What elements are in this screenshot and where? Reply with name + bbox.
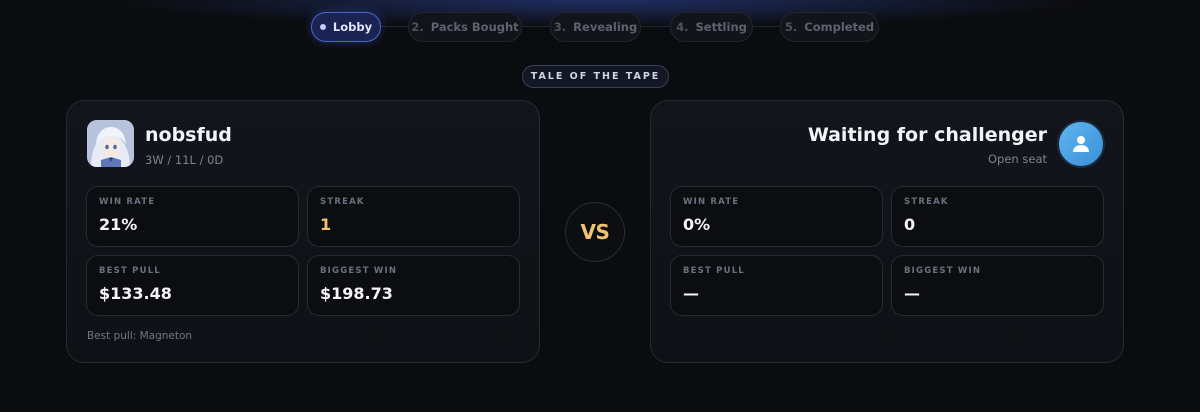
- stat-win-rate: WIN RATE 21%: [86, 186, 299, 247]
- tale-of-the-tape-badge: TALE OF THE TAPE: [522, 65, 669, 88]
- step-connector: [381, 26, 408, 27]
- step-label: Lobby: [332, 20, 373, 34]
- stat-value: $133.48: [99, 284, 172, 303]
- stat-value: —: [683, 284, 699, 303]
- stat-label: BIGGEST WIN: [904, 266, 982, 276]
- step-label: Packs Bought: [430, 20, 519, 34]
- stat-biggest-win: BIGGEST WIN —: [891, 255, 1104, 316]
- step-connector: [753, 26, 780, 27]
- anime-avatar-image: [87, 120, 134, 167]
- vs-badge: VS: [565, 202, 625, 262]
- step-revealing[interactable]: 3. Revealing: [550, 12, 641, 42]
- open-seat-avatar[interactable]: [1057, 120, 1105, 168]
- stat-label: WIN RATE: [683, 197, 740, 207]
- stat-win-rate: WIN RATE 0%: [670, 186, 883, 247]
- stat-value: —: [904, 284, 920, 303]
- step-number: 5.: [784, 20, 798, 34]
- step-number: 3.: [553, 20, 567, 34]
- player-name: nobsfud: [145, 124, 232, 146]
- step-number: 4.: [676, 20, 689, 34]
- stat-biggest-win: BIGGEST WIN $198.73: [307, 255, 520, 316]
- step-lobby[interactable]: Lobby: [311, 12, 381, 42]
- stat-label: BEST PULL: [99, 266, 161, 276]
- challenger-subtitle: Open seat: [988, 152, 1047, 166]
- step-settling[interactable]: 4. Settling: [670, 12, 753, 42]
- step-connector: [522, 26, 550, 27]
- challenger-card: Waiting for challenger Open seat WIN RAT…: [650, 100, 1124, 363]
- stat-streak: STREAK 1: [307, 186, 520, 247]
- stat-label: BEST PULL: [683, 266, 745, 276]
- step-completed[interactable]: 5. Completed: [780, 12, 879, 42]
- challenger-title: Waiting for challenger: [807, 124, 1047, 146]
- stat-best-pull: BEST PULL —: [670, 255, 883, 316]
- stat-value: 1: [320, 215, 332, 234]
- step-packs-bought[interactable]: 2. Packs Bought: [408, 12, 522, 42]
- stat-label: BIGGEST WIN: [320, 266, 398, 276]
- player-card: nobsfud 3W / 11L / 0D WIN RATE 21% STREA…: [66, 100, 540, 363]
- player-avatar[interactable]: [87, 120, 134, 167]
- stat-value: $198.73: [320, 284, 393, 303]
- stat-best-pull: BEST PULL $133.48: [86, 255, 299, 316]
- stat-label: STREAK: [320, 197, 365, 207]
- step-connector: [641, 26, 670, 27]
- stat-value: 21%: [99, 215, 138, 234]
- user-icon: [1073, 136, 1089, 152]
- step-number: 2.: [411, 20, 424, 34]
- step-label: Revealing: [573, 20, 638, 34]
- stat-label: WIN RATE: [99, 197, 156, 207]
- best-pull-footnote: Best pull: Magneton: [87, 330, 193, 342]
- stat-label: STREAK: [904, 197, 949, 207]
- active-dot-icon: [319, 24, 326, 30]
- match-progress-steps: Lobby 2. Packs Bought 3. Revealing 4. Se…: [0, 12, 1200, 42]
- step-label: Settling: [695, 20, 747, 34]
- step-label: Completed: [804, 20, 875, 34]
- player-record: 3W / 11L / 0D: [145, 153, 224, 167]
- stat-value: 0%: [683, 215, 711, 234]
- stat-streak: STREAK 0: [891, 186, 1104, 247]
- stat-value: 0: [904, 215, 916, 234]
